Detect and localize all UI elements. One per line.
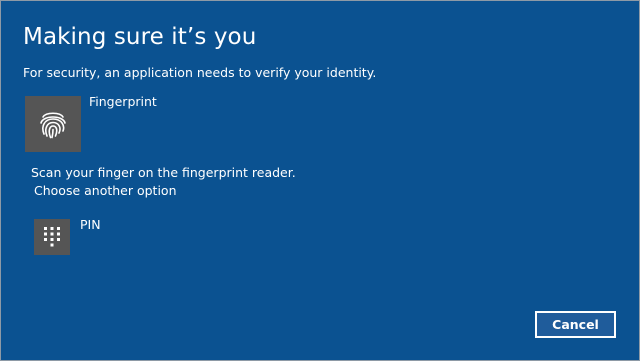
fingerprint-option-label: Fingerprint (89, 94, 157, 109)
windows-security-dialog: Making sure it’s you For security, an ap… (0, 0, 640, 361)
pin-option-label: PIN (80, 217, 101, 232)
fingerprint-option-tile[interactable] (25, 96, 81, 152)
fingerprint-icon (40, 112, 66, 139)
choose-another-option-link[interactable]: Choose another option (34, 182, 177, 200)
keypad-icon (44, 227, 60, 247)
fingerprint-instruction: Scan your finger on the fingerprint read… (31, 165, 296, 180)
cancel-button[interactable]: Cancel (535, 311, 616, 338)
dialog-subtitle: For security, an application needs to ve… (23, 65, 377, 80)
dialog-title: Making sure it’s you (23, 24, 257, 50)
pin-option-tile[interactable] (34, 219, 70, 255)
